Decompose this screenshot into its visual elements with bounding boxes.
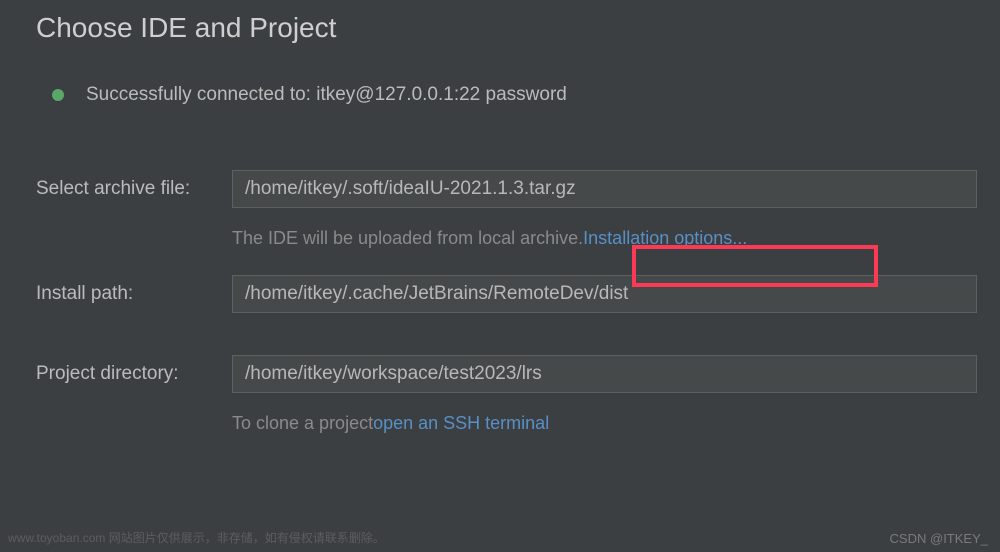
page-title: Choose IDE and Project — [0, 0, 1000, 44]
install-label: Install path: — [0, 283, 232, 305]
project-helper-row: To clone a project open an SSH terminal — [0, 413, 1000, 434]
project-input[interactable] — [232, 355, 977, 393]
project-row: Project directory: — [0, 355, 1000, 393]
footer-right-watermark: CSDN @ITKEY_ — [890, 531, 988, 546]
project-helper-text: To clone a project — [232, 413, 373, 434]
archive-helper-text: The IDE will be uploaded from local arch… — [232, 228, 583, 249]
connection-status: Successfully connected to: itkey@127.0.0… — [0, 44, 1000, 106]
archive-input[interactable] — [232, 170, 977, 208]
project-label: Project directory: — [0, 363, 232, 385]
footer-left-watermark: www.toyoban.com 网站图片仅供展示，非存储，如有侵权请联系删除。 — [8, 529, 385, 546]
form-area: Select archive file: The IDE will be upl… — [0, 106, 1000, 434]
install-row: Install path: — [0, 275, 1000, 313]
open-ssh-terminal-link[interactable]: open an SSH terminal — [373, 413, 549, 434]
status-text: Successfully connected to: itkey@127.0.0… — [86, 84, 567, 106]
status-dot-icon — [52, 89, 64, 101]
archive-row: Select archive file: — [0, 170, 1000, 208]
installation-options-link[interactable]: Installation options... — [583, 228, 747, 249]
archive-label: Select archive file: — [0, 178, 232, 200]
archive-helper-row: The IDE will be uploaded from local arch… — [0, 228, 1000, 249]
install-input[interactable] — [232, 275, 977, 313]
